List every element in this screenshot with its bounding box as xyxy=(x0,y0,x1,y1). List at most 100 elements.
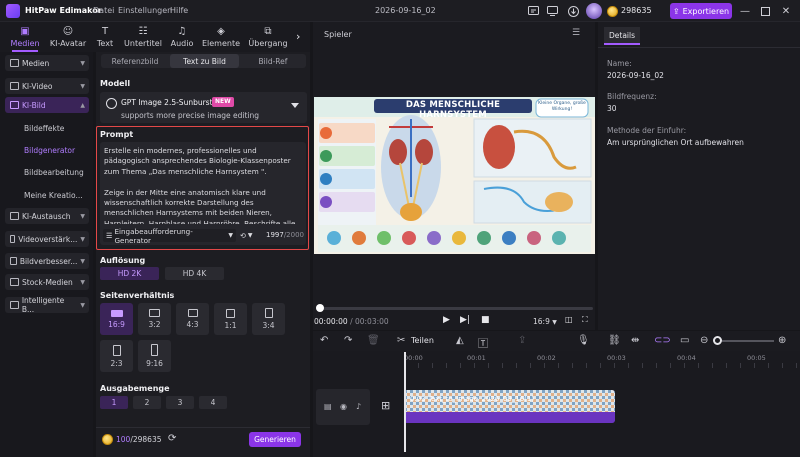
scissors-icon[interactable]: ✂ xyxy=(397,335,405,346)
add-media-icon[interactable]: ⊞ xyxy=(381,399,390,412)
feedback-icon[interactable] xyxy=(526,4,540,18)
export-button[interactable]: ⇪ Exportieren xyxy=(670,3,732,19)
resolution-hd2k-button[interactable]: HD 2K xyxy=(100,267,159,280)
output-4-button[interactable]: 4 xyxy=(199,396,227,409)
detail-import-label: Methode der Einfuhr: xyxy=(607,126,687,135)
tab-details[interactable]: Details xyxy=(604,27,640,45)
tab-elemente[interactable]: ◈ Elemente xyxy=(200,22,242,52)
ratio-label: 1:1 xyxy=(224,320,237,330)
subitem-bildgenerator[interactable]: Bildgenerator xyxy=(24,146,75,155)
tab-bild-referenz[interactable]: Bild-Ref xyxy=(240,54,306,68)
resolution-hd4k-button[interactable]: HD 4K xyxy=(165,267,224,280)
output-1-button[interactable]: 1 xyxy=(100,396,128,409)
mask-icon[interactable]: ◭ xyxy=(456,335,464,346)
user-avatar[interactable] xyxy=(586,3,602,19)
ratio-label: 16:9 xyxy=(108,319,125,329)
split-label[interactable]: Teilen xyxy=(411,336,434,345)
play-icon[interactable]: ▶ xyxy=(443,315,450,325)
sidebar-item-videoverstaerker[interactable]: Videoverstärk... ▼ xyxy=(5,231,89,247)
subtitle-icon: ☷ xyxy=(138,26,148,37)
link-icon[interactable]: ⛓ xyxy=(608,335,621,346)
playback-scrubber[interactable] xyxy=(316,307,593,310)
export-frame-icon[interactable]: ⇪ xyxy=(518,335,526,346)
chevron-right-icon[interactable]: › xyxy=(296,30,300,43)
sidebar-item-medien[interactable]: Medien ▼ xyxy=(5,55,89,71)
ratio-3-2[interactable]: 3:2 xyxy=(138,303,171,335)
menu-datei[interactable]: Datei xyxy=(93,6,114,15)
ratio-16-9[interactable]: 16:9 xyxy=(100,303,133,335)
magnet-icon[interactable]: ⊂⊃ xyxy=(654,335,671,346)
ratio-4-3[interactable]: 4:3 xyxy=(176,303,209,335)
mode-tabs: Referenzbild Text zu Bild Bild-Ref xyxy=(101,54,306,68)
sidebar-item-label: Stock-Medien xyxy=(22,277,73,287)
mute-icon[interactable]: ♪ xyxy=(356,402,361,411)
menu-hilfe[interactable]: Hilfe xyxy=(170,6,188,15)
playhead[interactable] xyxy=(404,352,406,452)
redo-icon[interactable]: ↷ xyxy=(344,335,352,346)
visibility-icon[interactable]: ◉ xyxy=(340,402,347,411)
tab-ki-avatar[interactable]: ☺ KI-Avatar xyxy=(46,22,90,52)
tab-referenzbild[interactable]: Referenzbild xyxy=(101,54,169,68)
sidebar-item-intelligente[interactable]: Intelligente B... ▼ xyxy=(5,296,89,314)
ratio-2-3[interactable]: 2:3 xyxy=(100,340,133,372)
menu-icon[interactable]: ☰ xyxy=(572,28,580,38)
output-2-button[interactable]: 2 xyxy=(133,396,161,409)
ratio-3-4[interactable]: 3:4 xyxy=(252,303,285,335)
output-3-button[interactable]: 3 xyxy=(166,396,194,409)
zoom-slider-handle[interactable] xyxy=(713,336,722,345)
undo-icon[interactable]: ↶ xyxy=(320,335,328,346)
ratio-9-16[interactable]: 9:16 xyxy=(138,340,171,372)
sidebar-item-bildverbesserer[interactable]: Bildverbesser... ▼ xyxy=(5,253,89,269)
stop-icon[interactable]: ■ xyxy=(481,315,490,325)
prompt-input[interactable]: Erstelle ein modernes, professionelles u… xyxy=(100,142,306,245)
tab-label: Elemente xyxy=(201,39,241,48)
delete-icon[interactable]: 🗑 xyxy=(367,335,380,346)
monitor-icon[interactable] xyxy=(545,4,559,18)
prompt-text[interactable]: Erstelle ein modernes, professionelles u… xyxy=(104,146,302,224)
zoom-slider[interactable] xyxy=(722,340,774,342)
sidebar-item-stock-medien[interactable]: Stock-Medien ▼ xyxy=(5,274,89,290)
scrubber-handle[interactable] xyxy=(316,304,324,312)
snapshot-icon[interactable]: ◫ xyxy=(565,315,573,324)
zoom-in-icon[interactable]: ⊕ xyxy=(778,335,786,346)
ratio-shape-icon xyxy=(112,344,121,356)
sidebar-item-ki-bild[interactable]: KI-Bild ▲ xyxy=(5,97,89,113)
chevron-down-icon xyxy=(291,103,299,108)
preview-ratio-select[interactable]: 16:9 ▼ xyxy=(533,317,557,326)
subitem-bildbearbeitung[interactable]: Bildbearbeitung xyxy=(24,168,84,177)
credits-balance: 298635 xyxy=(621,6,652,15)
maximize-icon[interactable] xyxy=(758,4,772,18)
model-select[interactable]: GPT Image 2.5-Sunburst NEW supports more… xyxy=(100,92,307,123)
text-template-icon[interactable]: 🅃 xyxy=(478,335,488,350)
subitem-bildeffekte[interactable]: Bildeffekte xyxy=(24,124,64,133)
image-icon xyxy=(10,101,19,109)
sidebar-item-ki-video[interactable]: KI-Video ▼ xyxy=(5,78,89,94)
prompt-generator-select[interactable]: ☰ Eingabeaufforderung-Generator ▼ xyxy=(103,227,236,245)
minimize-icon[interactable]: — xyxy=(738,4,752,18)
generate-button[interactable]: Generieren xyxy=(249,432,301,447)
tab-uebergang[interactable]: ⧉ Übergang xyxy=(246,22,290,52)
subitem-meine-kreationen[interactable]: Meine Kreatio... xyxy=(24,191,83,200)
ratio-1-1[interactable]: 1:1 xyxy=(214,303,247,335)
sidebar-item-ki-austausch[interactable]: KI-Austausch ▼ xyxy=(5,208,89,224)
step-forward-icon[interactable]: ▶| xyxy=(460,315,470,325)
tab-text-zu-bild[interactable]: Text zu Bild xyxy=(170,54,239,68)
download-icon[interactable] xyxy=(566,4,580,18)
refresh-icon[interactable]: ⟳ xyxy=(168,433,176,444)
tab-audio[interactable]: ♫ Audio xyxy=(162,22,202,52)
chevron-down-icon: ▼ xyxy=(228,232,233,239)
prompt-translate-select[interactable]: ⟲ ▼ xyxy=(240,229,262,242)
fit-icon[interactable]: ▭ xyxy=(680,335,689,346)
openai-icon xyxy=(106,98,117,109)
menu-einstellungen[interactable]: Einstellungen xyxy=(118,6,172,15)
zoom-out-icon[interactable]: ⊖ xyxy=(700,335,708,346)
lock-icon[interactable]: ▤ xyxy=(324,402,332,411)
tab-medien[interactable]: ▣ Medien xyxy=(4,22,46,52)
fullscreen-icon[interactable]: ⛶ xyxy=(582,315,588,325)
tab-untertitel[interactable]: ☷ Untertitel xyxy=(122,22,164,52)
microphone-icon[interactable]: 🎙 xyxy=(577,335,590,346)
smart-icon xyxy=(10,301,19,309)
split-track-icon[interactable]: ⇹ xyxy=(631,335,639,346)
tab-text[interactable]: T Text xyxy=(86,22,124,52)
close-icon[interactable]: ✕ xyxy=(779,4,793,18)
